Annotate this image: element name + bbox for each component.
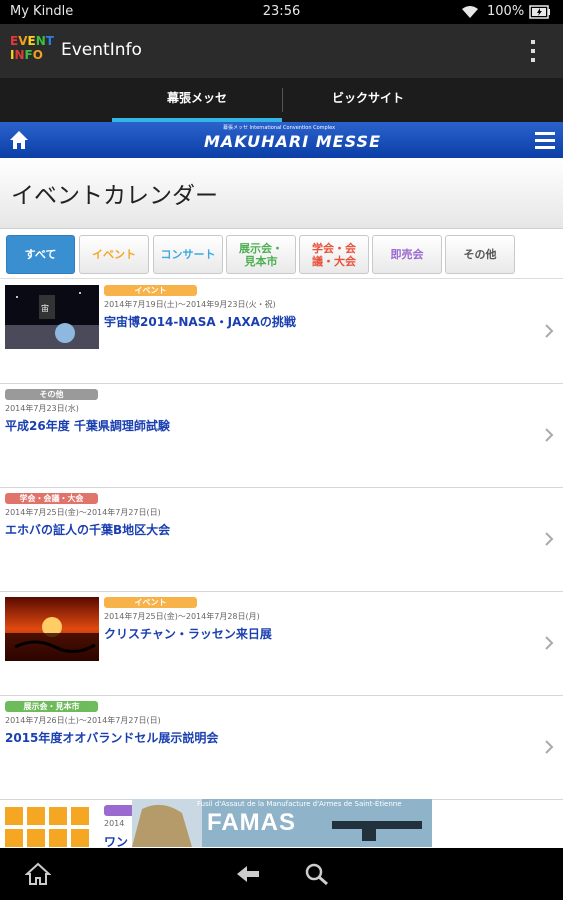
category-badge: その他 [5,389,98,400]
category-badge: 学会・会議・大会 [5,493,98,504]
event-title: 宇宙博2014-NASA・JAXAの挑戦 [104,315,296,329]
page-title: イベントカレンダー [11,183,218,209]
search-icon[interactable] [304,862,330,886]
app-bar: EVENT INFO EventInfo [0,24,563,78]
list-item[interactable]: イベント 2014年7月25日(金)～2014年7月28日(月) クリスチャン・… [0,592,563,696]
event-date: 2014年7月19日(土)～2014年9月23日(火・祝) [104,300,276,309]
event-title: 平成26年度 千葉県調理師試験 [5,419,170,433]
category-label: その他 [39,390,64,399]
filter-sale[interactable]: 即売会 [372,235,442,274]
chevron-right-icon [545,324,554,338]
tab-makuhari-messe[interactable]: 幕張メッセ [112,78,282,122]
category-badge: 展示会・見本市 [5,701,98,712]
app-logo: EVENT INFO [10,34,54,68]
filter-conference[interactable]: 学会・会議・大会 [299,235,369,274]
filter-all[interactable]: すべて [6,235,75,274]
filter-exhibition[interactable]: 展示会・見本市 [226,235,296,274]
event-date: 2014年7月25日(金)～2014年7月28日(月) [104,612,260,621]
back-arrow-icon[interactable] [235,862,261,886]
app-title: EventInfo [61,40,142,60]
chevron-right-icon [545,428,554,442]
list-item[interactable]: 学会・会議・大会 2014年7月25日(金)～2014年7月27日(日) エホバ… [0,488,563,592]
site-logo: 幕張メッセ International Convention Complex M… [204,125,381,155]
filter-concert[interactable]: コンサート [153,235,223,274]
battery-icon [529,5,550,19]
system-nav-bar [0,848,563,900]
event-date: 2014年7月26日(土)～2014年7月27日(日) [5,716,161,725]
event-date: 2014 [104,819,125,828]
home-icon[interactable] [25,862,51,886]
category-filters: すべて イベント コンサート 展示会・見本市 学会・会議・大会 即売会 その他 [0,229,563,279]
site-logo-subtitle: 幕張メッセ International Convention Complex [222,125,336,131]
event-thumbnail: 宙 [5,285,99,349]
chevron-right-icon [545,636,554,650]
site-logo-title: MAKUHARI MESSE [204,132,381,151]
page-title-bar: イベントカレンダー [0,158,563,229]
category-label: イベント [134,286,167,295]
filter-concert-label: コンサート [160,248,216,261]
category-badge: イベント [104,285,197,296]
svg-text:宙: 宙 [41,303,49,313]
event-title: 2015年度オオバランドセル展示説明会 [5,731,219,745]
category-label: 展示会・見本市 [23,702,80,711]
tab-divider [282,88,283,112]
hamburger-icon[interactable] [534,130,556,150]
category-badge: イベント [104,597,197,608]
category-badge [104,805,134,816]
list-item[interactable]: 展示会・見本市 2014年7月26日(土)～2014年7月27日(日) 2015… [0,696,563,800]
filter-other[interactable]: その他 [445,235,515,274]
category-label: イベント [134,598,167,607]
ad-subtext: Fusil d'Assaut de la Manufacture d'Armes… [197,800,402,808]
list-item[interactable]: その他 2014年7月23日(水) 平成26年度 千葉県調理師試験 [0,384,563,488]
overflow-menu-icon[interactable] [522,36,544,66]
ad-headline: FAMAS [207,809,296,836]
event-date: 2014年7月23日(水) [5,404,79,413]
category-label: 学会・会議・大会 [19,494,84,503]
status-bar: My Kindle 23:56 100% [0,0,563,24]
filter-event[interactable]: イベント [79,235,149,274]
chevron-right-icon [545,740,554,754]
event-title: エホバの証人の千葉B地区大会 [5,523,171,537]
filter-exhibition-label: 展示会・見本市 [239,241,283,268]
app-logo-line1: EVENT [10,34,54,48]
tab-big-sight[interactable]: ビックサイト [283,78,453,122]
filter-conference-label: 学会・会議・大会 [312,241,356,268]
list-item[interactable]: 宙 イベント 2014年7月19日(土)～2014年9月23日(火・祝) 宇宙博… [0,280,563,384]
site-header: 幕張メッセ International Convention Complex M… [0,122,563,158]
event-date: 2014年7月25日(金)～2014年7月27日(日) [5,508,161,517]
battery-percent: 100% [487,4,525,19]
wifi-icon [462,6,478,18]
chevron-right-icon [545,532,554,546]
ad-banner[interactable]: Fusil d'Assaut de la Manufacture d'Armes… [132,799,432,847]
event-thumbnail [5,597,99,661]
home-icon[interactable] [8,129,30,151]
app-logo-line2: INFO [10,48,43,62]
event-title: クリスチャン・ラッセン来日展 [104,627,272,641]
